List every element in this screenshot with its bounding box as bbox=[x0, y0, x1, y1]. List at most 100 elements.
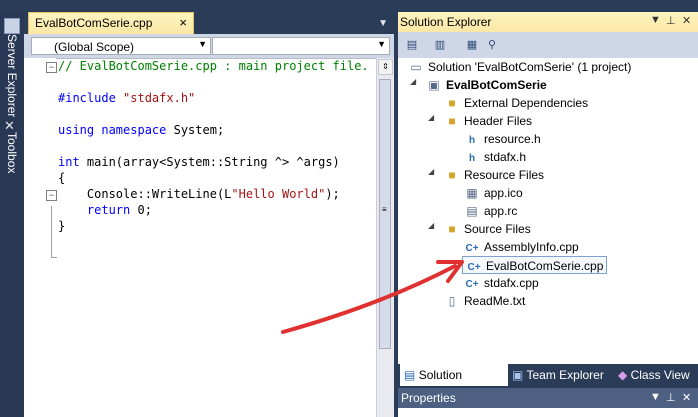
tree-node-label: External Dependencies bbox=[464, 96, 589, 110]
expand-triangle-icon[interactable]: ◢ bbox=[428, 113, 434, 122]
tree-node-label: EvalBotComSerie.cpp bbox=[486, 259, 604, 273]
properties-title: Properties bbox=[401, 391, 456, 405]
code-keyword: #include bbox=[58, 91, 116, 105]
code-comment: // EvalBotComSerie.cpp : main project fi… bbox=[58, 59, 369, 73]
fold-guide-end bbox=[51, 257, 57, 258]
fold-guide bbox=[51, 206, 52, 258]
tree-node-label: Resource Files bbox=[464, 168, 545, 182]
toolbox-tab[interactable]: ✕ Toolbox bbox=[3, 118, 21, 173]
code-string: "Hello World" bbox=[231, 187, 326, 201]
solution-explorer-title: Solution Explorer bbox=[400, 15, 492, 29]
expand-triangle-icon[interactable]: ◢ bbox=[428, 221, 434, 230]
code-line-8: { bbox=[58, 170, 65, 186]
left-tool-strip: Server Explorer ✕ Toolbox bbox=[0, 12, 24, 417]
server-explorer-label: Server Explorer bbox=[5, 34, 19, 118]
tab-class-view[interactable]: ◆ Class View bbox=[614, 364, 698, 386]
server-explorer-tab[interactable]: Server Explorer bbox=[3, 18, 21, 117]
tree-node-label: Solution 'EvalBotComSerie' (1 project) bbox=[428, 60, 632, 74]
expand-triangle-icon[interactable]: ◢ bbox=[410, 77, 416, 86]
code-pane[interactable]: (Global Scope) ▼ ▼ − − // EvalBotComSeri… bbox=[24, 34, 394, 417]
icon-file-icon: ▦ bbox=[466, 186, 478, 200]
code-line-10: return 0; bbox=[58, 202, 152, 218]
solution-icon: ▭ bbox=[410, 60, 422, 74]
search-icon[interactable]: ⚲ bbox=[484, 37, 500, 53]
vertical-scrollbar[interactable]: ⇕ ≡ bbox=[376, 58, 394, 417]
team-explorer-icon: ▣ bbox=[512, 368, 524, 382]
scope-combo-value: (Global Scope) bbox=[54, 40, 135, 54]
tab-list-dropdown-icon[interactable]: ▼ bbox=[378, 18, 388, 29]
code-keyword: using namespace bbox=[58, 123, 167, 137]
pin-icon[interactable]: ⊥ bbox=[666, 14, 676, 27]
tree-node-readme[interactable]: ▯ ReadMe.txt bbox=[444, 292, 526, 310]
collapse-icon[interactable]: − bbox=[46, 190, 57, 201]
tab-team-explorer[interactable]: ▣ Team Explorer bbox=[508, 364, 612, 386]
folder-icon: ■ bbox=[448, 168, 456, 182]
document-tab-title: EvalBotComSerie.cpp bbox=[35, 16, 153, 30]
code-text[interactable]: // EvalBotComSerie.cpp : main project fi… bbox=[58, 58, 374, 417]
tree-node-assemblyinfo[interactable]: C+ AssemblyInfo.cpp bbox=[464, 238, 578, 256]
code-text-span: } bbox=[58, 219, 66, 233]
folder-icon: ■ bbox=[448, 114, 456, 128]
class-view-icon: ◆ bbox=[618, 368, 628, 382]
scroll-thumb[interactable]: ≡ bbox=[379, 79, 391, 349]
code-line-3: #include "stdafx.h" bbox=[58, 90, 195, 106]
code-text-span: { bbox=[58, 171, 66, 185]
code-text-span: Console::WriteLine(L bbox=[58, 187, 232, 201]
dropdown-icon[interactable]: ▼ bbox=[650, 14, 661, 26]
split-icon[interactable]: ⇕ bbox=[378, 59, 393, 75]
tree-node-label: app.rc bbox=[484, 204, 518, 218]
code-editor-panel: EvalBotComSerie.cpp × ▼ (Global Scope) ▼… bbox=[24, 12, 394, 417]
tree-node-resource-files[interactable]: ■ Resource Files bbox=[444, 166, 544, 184]
properties-icon[interactable]: ▤ bbox=[404, 37, 420, 53]
tree-node-label: Source Files bbox=[464, 222, 531, 236]
code-line-7: int main(array<System::String ^> ^args) bbox=[58, 154, 340, 170]
tree-node-label: ReadMe.txt bbox=[464, 294, 526, 308]
tree-node-header-files[interactable]: ■ Header Files bbox=[444, 112, 532, 130]
show-all-files-icon[interactable]: ▥ bbox=[432, 37, 448, 53]
code-keyword: int bbox=[58, 155, 80, 169]
tree-node-stdafx-cpp[interactable]: C+ stdafx.cpp bbox=[464, 274, 539, 292]
tree-node-stdafx-h[interactable]: h stdafx.h bbox=[464, 148, 526, 166]
tree-node-external-deps[interactable]: ■ External Dependencies bbox=[444, 94, 588, 112]
dropdown-icon[interactable]: ▼ bbox=[650, 391, 661, 403]
tree-node-label: stdafx.cpp bbox=[484, 276, 539, 290]
tree-node-evalbot-cpp[interactable]: C+ EvalBotComSerie.cpp bbox=[462, 256, 608, 274]
chevron-down-icon: ▼ bbox=[198, 39, 207, 49]
view-class-diagram-icon[interactable]: ▦ bbox=[464, 37, 480, 53]
text-file-icon: ▯ bbox=[448, 294, 456, 308]
document-tab[interactable]: EvalBotComSerie.cpp × bbox=[28, 12, 194, 34]
tab-solution-explorer[interactable]: ▤ Solution Explor... bbox=[400, 364, 508, 404]
close-icon[interactable]: ✕ bbox=[682, 14, 691, 27]
tree-node-solution[interactable]: ▭ Solution 'EvalBotComSerie' (1 project) bbox=[408, 58, 631, 76]
project-icon: ▣ bbox=[428, 78, 440, 92]
tree-node-app-rc[interactable]: ▤ app.rc bbox=[464, 202, 517, 220]
folder-icon: ■ bbox=[448, 222, 456, 236]
member-combo[interactable]: ▼ bbox=[212, 37, 390, 55]
grip-icon: ≡ bbox=[382, 205, 387, 214]
tree-node-source-files[interactable]: ■ Source Files bbox=[444, 220, 531, 238]
tab-label: Team Explorer bbox=[526, 368, 604, 382]
properties-body bbox=[398, 408, 698, 417]
code-text-span: main(array<System::String ^> ^args) bbox=[79, 155, 340, 169]
tree-node-project[interactable]: ▣ EvalBotComSerie bbox=[426, 76, 546, 94]
expand-triangle-icon[interactable]: ◢ bbox=[428, 167, 434, 176]
close-icon[interactable]: ✕ bbox=[682, 391, 691, 404]
code-text-span: System; bbox=[166, 123, 225, 137]
toolbox-icon: ✕ bbox=[4, 118, 15, 133]
explorer-bottom-tabs: ▤ Solution Explor... ▣ Team Explorer ◆ C… bbox=[398, 364, 698, 404]
code-line-5: using namespace System; bbox=[58, 122, 224, 138]
server-explorer-icon bbox=[4, 18, 20, 34]
pin-icon[interactable]: ⊥ bbox=[666, 391, 676, 404]
properties-header: Properties ▼ ⊥ ✕ bbox=[398, 388, 698, 408]
tree-node-app-ico[interactable]: ▦ app.ico bbox=[464, 184, 522, 202]
scope-combo[interactable]: (Global Scope) ▼ bbox=[31, 37, 211, 55]
top-strip bbox=[0, 0, 698, 12]
tab-label: Class View bbox=[630, 368, 690, 382]
folder-icon: ■ bbox=[448, 96, 456, 110]
solution-tree: ▭ Solution 'EvalBotComSerie' (1 project) … bbox=[398, 58, 698, 364]
collapse-icon[interactable]: − bbox=[46, 62, 57, 73]
code-string: "stdafx.h" bbox=[123, 91, 196, 105]
tree-node-resource-h[interactable]: h resource.h bbox=[464, 130, 541, 148]
close-tab-icon[interactable]: × bbox=[179, 15, 187, 30]
resource-file-icon: ▤ bbox=[466, 204, 478, 218]
